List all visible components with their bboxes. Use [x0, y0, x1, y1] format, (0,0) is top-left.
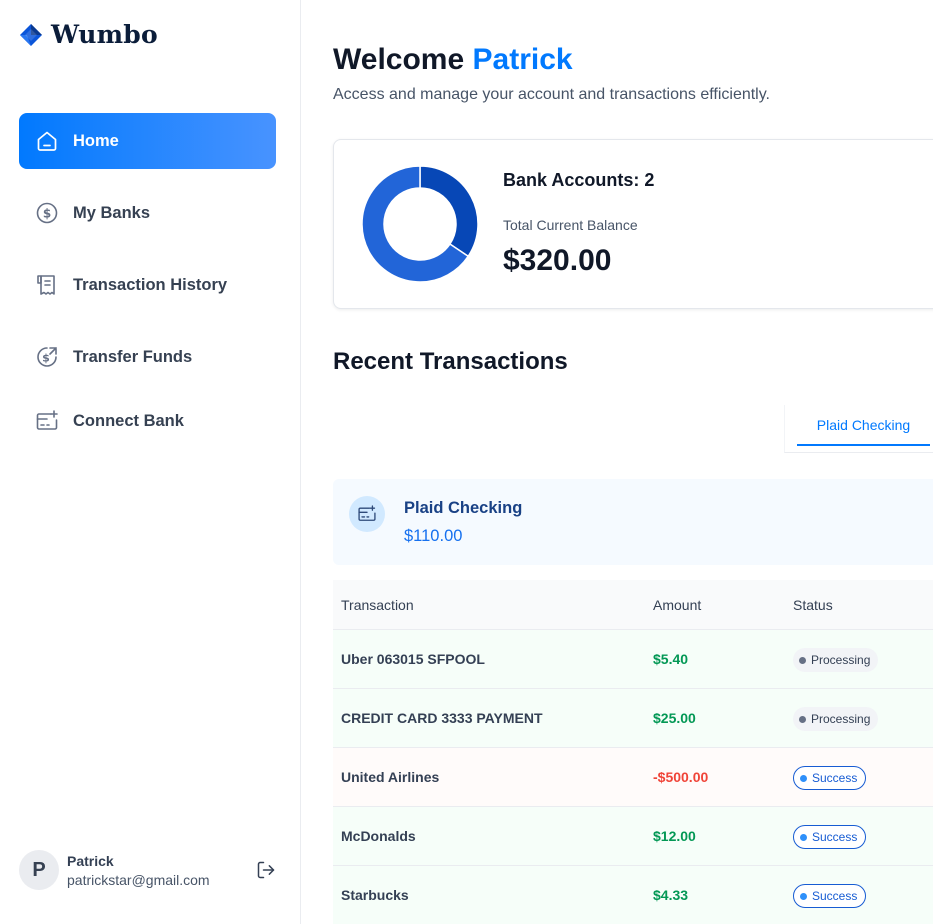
transactions-table: Transaction Amount Status Uber 063015 SF…	[333, 580, 933, 924]
table-row[interactable]: McDonalds $12.00 Success	[333, 807, 933, 866]
receipt-icon	[35, 273, 59, 297]
bank-accounts-count: Bank Accounts: 2	[503, 170, 655, 190]
bank-tabs: Plaid Checking	[784, 405, 933, 453]
add-card-icon	[35, 409, 59, 433]
user-name: Patrick	[67, 852, 114, 869]
status-dot	[800, 774, 807, 782]
main-content: Welcome Patrick Access and manage your a…	[301, 0, 933, 924]
sidebar-item-label: My Banks	[73, 203, 151, 222]
transaction-name: Uber 063015 SFPOOL	[341, 651, 485, 667]
transaction-amount: $5.40	[653, 651, 689, 667]
user-info: Patrick patrickstar@gmail.com	[67, 853, 210, 888]
balance-donut-chart	[361, 165, 479, 283]
donut-segment	[419, 165, 479, 258]
sidebar-item-label: Home	[73, 131, 119, 150]
status-badge: Success	[793, 766, 867, 790]
page-title: Welcome Patrick	[333, 43, 573, 77]
transaction-amount: -$500.00	[653, 769, 709, 785]
dollar-circle-icon: $	[35, 201, 59, 225]
status-text: Success	[812, 830, 858, 844]
status-cell: Success	[793, 766, 867, 790]
column-header-status: Status	[793, 597, 833, 613]
total-balance-value: $320.00	[503, 244, 612, 277]
status-badge: Success	[793, 884, 867, 908]
bank-card-icon	[349, 496, 385, 532]
table-row[interactable]: CREDIT CARD 3333 PAYMENT $25.00 Processi…	[333, 689, 933, 748]
sidebar-item-home[interactable]: Home	[19, 113, 276, 169]
total-balance-card: Bank Accounts: 2 Total Current Balance $…	[333, 139, 933, 309]
transaction-amount: $25.00	[653, 710, 696, 726]
sidebar-nav: Home $ My Banks Transaction History $ Tr…	[19, 113, 276, 449]
total-balance-label: Total Current Balance	[503, 217, 638, 233]
logo-text: Wumbo	[51, 20, 158, 49]
bank-balance: $110.00	[404, 527, 463, 545]
logo[interactable]: Wumbo	[19, 20, 158, 49]
status-badge: Processing	[793, 707, 879, 731]
svg-text:$: $	[43, 207, 51, 221]
transaction-name: United Airlines	[341, 769, 440, 785]
table-header: Transaction Amount Status	[333, 580, 933, 630]
status-badge: Processing	[793, 648, 879, 672]
avatar[interactable]: P	[19, 850, 59, 890]
sidebar-item-label: Connect Bank	[73, 411, 184, 430]
bank-info-banner: Plaid Checking $110.00	[333, 479, 933, 565]
status-cell: Success	[793, 884, 867, 908]
transaction-amount: $4.33	[653, 887, 689, 903]
status-dot	[799, 656, 806, 664]
user-email: patrickstar@gmail.com	[67, 871, 210, 888]
column-header-transaction: Transaction	[341, 597, 414, 613]
money-send-icon: $	[35, 345, 59, 369]
logo-icon	[20, 23, 42, 46]
status-text: Processing	[811, 653, 871, 667]
status-dot	[800, 833, 807, 841]
bank-name: Plaid Checking	[404, 499, 523, 517]
sidebar-item-my-banks[interactable]: $ My Banks	[19, 185, 276, 241]
transaction-name: CREDIT CARD 3333 PAYMENT	[341, 710, 543, 726]
transaction-name: Starbucks	[341, 887, 409, 903]
user-footer: P Patrick patrickstar@gmail.com	[19, 850, 281, 890]
logout-icon[interactable]	[256, 860, 276, 880]
sidebar-item-transaction-history[interactable]: Transaction History	[19, 257, 276, 313]
sidebar: Wumbo Home $ My Banks Transaction Histor…	[0, 0, 301, 924]
tab-plaid-checking[interactable]: Plaid Checking	[797, 405, 930, 446]
status-badge: Success	[793, 825, 867, 849]
status-cell: Processing	[793, 648, 879, 672]
status-cell: Processing	[793, 707, 879, 731]
status-cell: Success	[793, 825, 867, 849]
status-text: Processing	[811, 712, 871, 726]
sidebar-item-transfer-funds[interactable]: $ Transfer Funds	[19, 329, 276, 385]
transaction-name: McDonalds	[341, 828, 416, 844]
table-row[interactable]: Uber 063015 SFPOOL $5.40 Processing	[333, 630, 933, 689]
status-text: Success	[812, 889, 858, 903]
home-icon	[35, 129, 59, 153]
greeting-text: Welcome	[333, 43, 465, 76]
status-text: Success	[812, 771, 858, 785]
table-row[interactable]: United Airlines -$500.00 Success	[333, 748, 933, 807]
column-header-amount: Amount	[653, 597, 702, 613]
sidebar-item-connect-bank[interactable]: Connect Bank	[19, 393, 276, 449]
greeting-user-name: Patrick	[472, 43, 573, 76]
table-row[interactable]: Starbucks $4.33 Success	[333, 866, 933, 924]
svg-text:$: $	[42, 352, 50, 365]
status-dot	[800, 892, 807, 900]
transaction-amount: $12.00	[653, 828, 696, 844]
recent-transactions-title: Recent Transactions	[333, 348, 568, 375]
status-dot	[799, 715, 806, 723]
sidebar-item-label: Transaction History	[73, 275, 228, 294]
page-subtitle: Access and manage your account and trans…	[333, 86, 770, 103]
sidebar-item-label: Transfer Funds	[73, 347, 193, 366]
